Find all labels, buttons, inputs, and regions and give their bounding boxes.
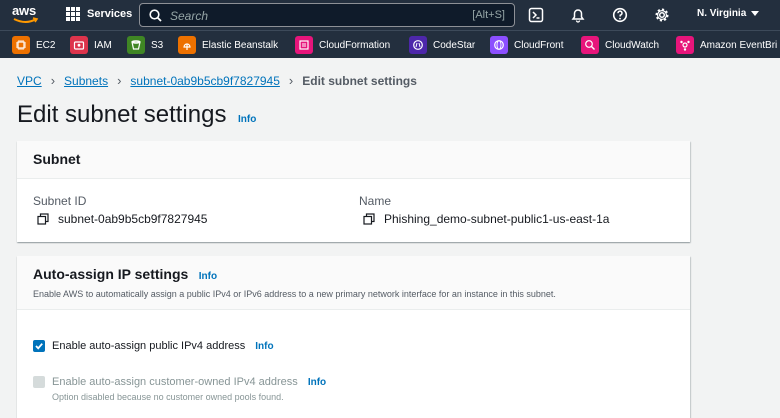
copy-icon[interactable]	[37, 213, 49, 225]
codestar-icon	[409, 36, 427, 54]
iam-icon	[70, 36, 88, 54]
page-title: Edit subnet settings	[17, 101, 227, 128]
subnet-panel-header: Subnet	[17, 141, 690, 179]
search-input[interactable]: Search [Alt+S]	[139, 3, 515, 27]
subnet-name-label: Name	[359, 194, 392, 208]
favorite-label: CloudFront	[514, 39, 564, 51]
elastic-beanstalk-icon	[178, 36, 196, 54]
breadcrumb-subnet-link[interactable]: subnet-0ab9b5cb9f7827945	[130, 74, 279, 88]
aws-logo-text: aws	[12, 3, 36, 18]
favorites-bar: EC2 IAM S3 Elastic Beanstalk CloudFormat…	[0, 30, 780, 58]
customer-owned-ipv4-info-link[interactable]: Info	[308, 377, 326, 388]
s3-icon	[127, 36, 145, 54]
auto-assign-info-link[interactable]: Info	[199, 271, 217, 282]
favorite-label: CodeStar	[433, 39, 476, 51]
favorite-iam[interactable]: IAM	[70, 36, 112, 54]
breadcrumb-vpc-link[interactable]: VPC	[17, 74, 42, 88]
settings-icon[interactable]	[654, 7, 670, 23]
public-ipv4-checkbox[interactable]	[33, 340, 45, 352]
auto-assign-panel: Auto-assign IP settings Info Enable AWS …	[17, 256, 690, 418]
search-shortcut: [Alt+S]	[472, 9, 505, 21]
auto-assign-description: Enable AWS to automatically assign a pub…	[33, 289, 556, 299]
search-placeholder: Search	[170, 9, 209, 23]
favorite-cloudwatch[interactable]: CloudWatch	[581, 36, 659, 54]
favorite-label: CloudFormation	[319, 39, 391, 51]
grid-icon	[66, 7, 80, 21]
page-info-link[interactable]: Info	[238, 114, 256, 125]
favorite-cloudfront[interactable]: CloudFront	[490, 36, 563, 54]
region-selector[interactable]: N. Virginia	[697, 8, 760, 19]
subnet-id-value: subnet-0ab9b5cb9f7827945	[37, 212, 207, 226]
favorite-cloudformation[interactable]: CloudFormation	[295, 36, 390, 54]
customer-owned-ipv4-hint: Option disabled because no customer owne…	[52, 392, 284, 402]
favorite-label: EC2	[36, 39, 56, 51]
auto-assign-panel-header: Auto-assign IP settings Info Enable AWS …	[17, 256, 690, 310]
services-label: Services	[87, 8, 133, 20]
customer-owned-ipv4-option: Enable auto-assign customer-owned IPv4 a…	[33, 376, 326, 388]
ec2-icon	[12, 36, 30, 54]
services-menu-button[interactable]: Services	[66, 7, 132, 21]
notifications-icon[interactable]	[570, 7, 586, 23]
aws-smile-icon	[13, 17, 39, 23]
public-ipv4-label[interactable]: Enable auto-assign public IPv4 address	[52, 340, 245, 352]
copy-icon[interactable]	[363, 213, 375, 225]
favorite-codestar[interactable]: CodeStar	[409, 36, 475, 54]
subnet-id-label: Subnet ID	[33, 194, 87, 208]
favorite-label: S3	[151, 39, 164, 51]
subnet-name-value: Phishing_demo-subnet-public1-us-east-1a	[363, 212, 609, 226]
subnet-id-text: subnet-0ab9b5cb9f7827945	[58, 212, 208, 226]
subnet-panel: Subnet Subnet ID subnet-0ab9b5cb9f782794…	[17, 141, 690, 242]
region-label: N. Virginia	[697, 8, 747, 19]
favorite-label: IAM	[94, 39, 112, 51]
breadcrumb-subnets-link[interactable]: Subnets	[64, 74, 108, 88]
eventbridge-icon	[676, 36, 694, 54]
favorite-label: Amazon EventBri	[700, 39, 778, 51]
subnet-name-text: Phishing_demo-subnet-public1-us-east-1a	[384, 212, 610, 226]
subnet-panel-heading: Subnet	[33, 151, 81, 167]
customer-owned-ipv4-label: Enable auto-assign customer-owned IPv4 a…	[52, 376, 298, 388]
cloudwatch-icon	[581, 36, 599, 54]
favorite-label: CloudWatch	[605, 39, 660, 51]
cloudformation-icon	[295, 36, 313, 54]
customer-owned-ipv4-checkbox[interactable]	[33, 376, 45, 388]
favorite-eventbridge[interactable]: Amazon EventBri	[676, 36, 777, 54]
search-icon	[149, 9, 162, 22]
public-ipv4-option: Enable auto-assign public IPv4 address I…	[33, 340, 274, 352]
favorite-s3[interactable]: S3	[127, 36, 163, 54]
breadcrumb: VPC › Subnets › subnet-0ab9b5cb9f7827945…	[17, 73, 417, 88]
cloudfront-icon	[490, 36, 508, 54]
caret-down-icon	[751, 11, 760, 16]
help-icon[interactable]	[612, 7, 628, 23]
top-navigation: aws Services Search [Alt+S] N. Virginia	[0, 0, 780, 30]
favorite-label: Elastic Beanstalk	[202, 39, 279, 51]
cloudshell-icon[interactable]	[528, 7, 544, 23]
chevron-right-icon: ›	[288, 73, 294, 88]
favorite-elastic-beanstalk[interactable]: Elastic Beanstalk	[178, 36, 278, 54]
favorite-ec2[interactable]: EC2	[12, 36, 55, 54]
chevron-right-icon: ›	[117, 73, 122, 88]
aws-logo[interactable]: aws	[12, 4, 42, 26]
breadcrumb-current: Edit subnet settings	[302, 73, 417, 88]
auto-assign-heading: Auto-assign IP settings	[33, 266, 189, 282]
chevron-right-icon: ›	[50, 73, 56, 88]
checkmark-icon	[35, 343, 43, 350]
public-ipv4-info-link[interactable]: Info	[255, 341, 273, 352]
